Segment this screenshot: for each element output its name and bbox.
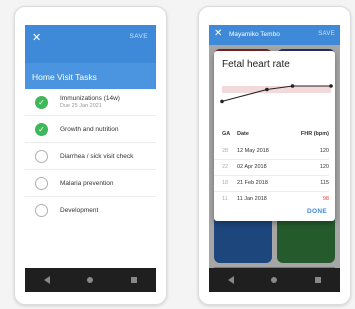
back-icon[interactable] [43,276,50,284]
empty-circle-icon[interactable] [35,204,48,217]
row-date: 02 Apr 2018 [237,164,267,170]
table-header: GA Date FHR (bpm) [222,131,329,141]
save-button[interactable]: SAVE [130,33,148,40]
table-row: 11 11 Jan 2018 98 [222,196,329,206]
back-icon[interactable] [227,276,234,284]
row-divider [214,191,329,192]
close-icon[interactable]: ✕ [214,28,222,39]
page-title: Home Visit Tasks [25,63,156,89]
task-due-date: Due 25 Jan 2021 [60,103,102,109]
task-immunizations[interactable]: ✓ Immunizations (14w) Due 25 Jan 2021 [25,89,156,116]
recents-icon[interactable] [131,277,138,283]
header-date: Date [237,131,249,137]
task-label: Development [60,207,99,214]
header-ga: GA [222,131,231,137]
task-development[interactable]: Development [25,197,156,224]
task-label: Malaria prevention [60,179,114,187]
fhr-data-point [329,84,333,88]
table-row: 28 12 May 2018 120 [222,148,329,158]
task-label: Immunizations (14w) [60,95,120,102]
row-fhr: 120 [319,164,329,170]
check-circle-icon[interactable]: ✓ [35,95,48,109]
table-row: 18 21 Feb 2018 115 [222,180,329,190]
row-ga: 28 [222,148,229,154]
app-bar: ✕ Mayamiko Tembo SAVE [209,25,340,45]
fhr-data-point [220,99,224,104]
patient-name: Mayamiko Tembo [229,31,280,38]
app-bar: ✕ SAVE [25,25,156,63]
fetal-heart-rate-dialog: Fetal heart rate GA Date FHR (bpm) 28 12… [214,51,335,221]
save-button[interactable]: SAVE [318,31,335,37]
system-nav-bar [209,268,340,292]
row-ga: 18 [222,180,229,186]
fhr-data-point [265,87,269,92]
row-fhr-alert: 98 [322,196,329,202]
fhr-line-chart [220,84,333,104]
normal-range-band [222,86,331,93]
row-fhr: 115 [320,180,329,186]
task-label: Diarrhea / sick visit check [60,152,134,160]
phone-fetal-heart-rate: ✕ Mayamiko Tembo SAVE Fetal heart rate G… [198,6,351,305]
home-icon[interactable] [87,277,94,283]
row-divider [214,175,329,176]
fhr-data-point [290,84,295,88]
row-date: 21 Feb 2018 [237,180,268,186]
recents-icon[interactable] [315,277,322,283]
done-button[interactable]: DONE [307,208,327,215]
row-date: 11 Jan 2018 [237,196,267,202]
row-fhr: 120 [319,148,329,154]
task-malaria[interactable]: Malaria prevention [25,170,156,197]
phone-home-visit: ✕ SAVE Home Visit Tasks ✓ Immunizations … [14,6,167,305]
table-row: 22 02 Apr 2018 120 [222,164,329,174]
task-growth-nutrition[interactable]: ✓ Growth and nutrition [25,116,156,143]
system-nav-bar [25,268,156,292]
home-visit-screen: ✕ SAVE Home Visit Tasks ✓ Immunizations … [25,25,156,283]
close-icon[interactable]: ✕ [32,31,41,44]
dialog-title: Fetal heart rate [222,59,290,70]
header-fhr: FHR (bpm) [300,131,329,137]
row-date: 12 May 2018 [237,148,269,154]
task-label: Growth and nutrition [60,125,119,133]
patient-screen: ✕ Mayamiko Tembo SAVE Fetal heart rate G… [209,25,340,283]
check-circle-icon[interactable]: ✓ [35,122,48,136]
empty-circle-icon[interactable] [35,176,48,190]
row-ga: 22 [222,164,229,170]
home-icon[interactable] [271,277,278,283]
row-ga: 11 [222,196,228,202]
task-diarrhea[interactable]: Diarrhea / sick visit check [25,143,156,170]
row-divider [214,159,329,160]
empty-circle-icon[interactable] [35,149,48,163]
